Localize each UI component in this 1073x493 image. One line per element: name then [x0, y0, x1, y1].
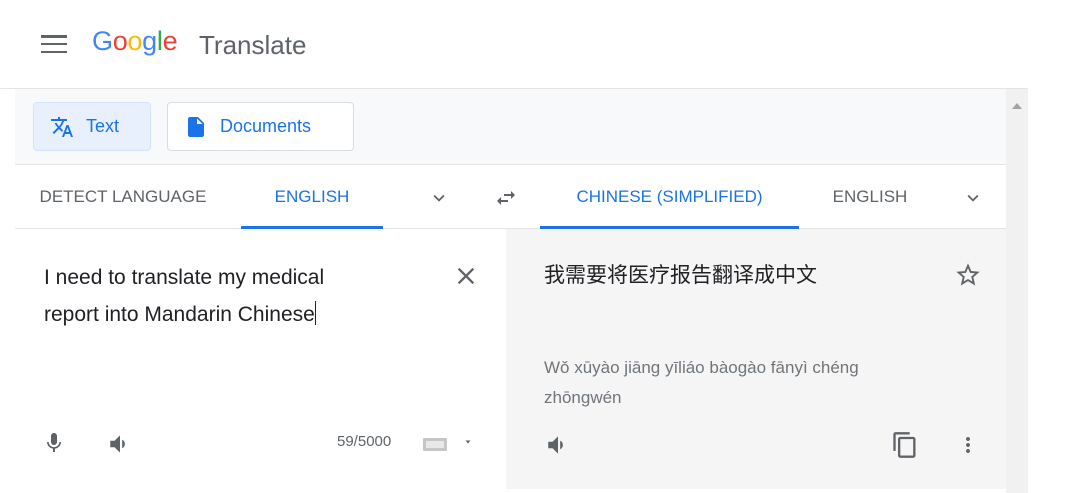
- target-pane: 我需要将医疗报告翻译成中文 Wǒ xūyào jiāng yīliáo bàog…: [506, 229, 1006, 489]
- keyboard-icon[interactable]: [423, 436, 447, 452]
- more-options-icon[interactable]: [956, 432, 980, 458]
- documents-mode-label: Documents: [220, 116, 312, 136]
- text-mode-button[interactable]: Text: [33, 102, 151, 151]
- text-mode-label: Text: [86, 116, 120, 136]
- translation-text: 我需要将医疗报告翻译成中文: [544, 264, 817, 287]
- scrollbar[interactable]: [1006, 89, 1028, 493]
- microphone-icon[interactable]: [42, 430, 66, 456]
- menu-icon[interactable]: [41, 35, 67, 55]
- source-text-input[interactable]: I need to translate my medical report int…: [44, 259, 384, 333]
- target-lang-english[interactable]: ENGLISH: [805, 165, 935, 229]
- star-icon[interactable]: [954, 261, 982, 289]
- copy-icon[interactable]: [891, 430, 919, 460]
- pinyin-text: Wǒ xūyào jiāng yīliáo bàogào fānyì chéng…: [544, 358, 859, 407]
- translate-icon: [51, 116, 73, 137]
- chevron-down-icon[interactable]: [428, 187, 450, 209]
- chevron-down-icon[interactable]: [962, 187, 984, 209]
- character-count: 59/5000: [337, 433, 392, 450]
- swap-languages-icon[interactable]: [494, 186, 518, 210]
- source-pane[interactable]: I need to translate my medical report int…: [15, 229, 506, 489]
- close-icon[interactable]: [452, 262, 480, 290]
- top-bar: Google Translate: [0, 0, 1028, 89]
- document-icon: [188, 116, 204, 137]
- scroll-up-arrow-icon[interactable]: [1012, 98, 1022, 109]
- speaker-icon[interactable]: [107, 431, 133, 457]
- translate-panel: Text Documents DETECT LANGUAGE ENGLISH C…: [15, 89, 1006, 489]
- app-name: Translate: [199, 30, 307, 60]
- speaker-icon[interactable]: [545, 432, 571, 458]
- target-lang-chinese[interactable]: CHINESE (SIMPLIFIED): [540, 165, 799, 229]
- source-lang-detect[interactable]: DETECT LANGUAGE: [15, 165, 231, 229]
- source-lang-english[interactable]: ENGLISH: [241, 165, 383, 229]
- language-bar: DETECT LANGUAGE ENGLISH CHINESE (SIMPLIF…: [15, 164, 1006, 229]
- google-logo[interactable]: Google: [92, 26, 178, 57]
- documents-mode-button[interactable]: Documents: [167, 102, 354, 151]
- caret-down-icon[interactable]: [462, 436, 474, 448]
